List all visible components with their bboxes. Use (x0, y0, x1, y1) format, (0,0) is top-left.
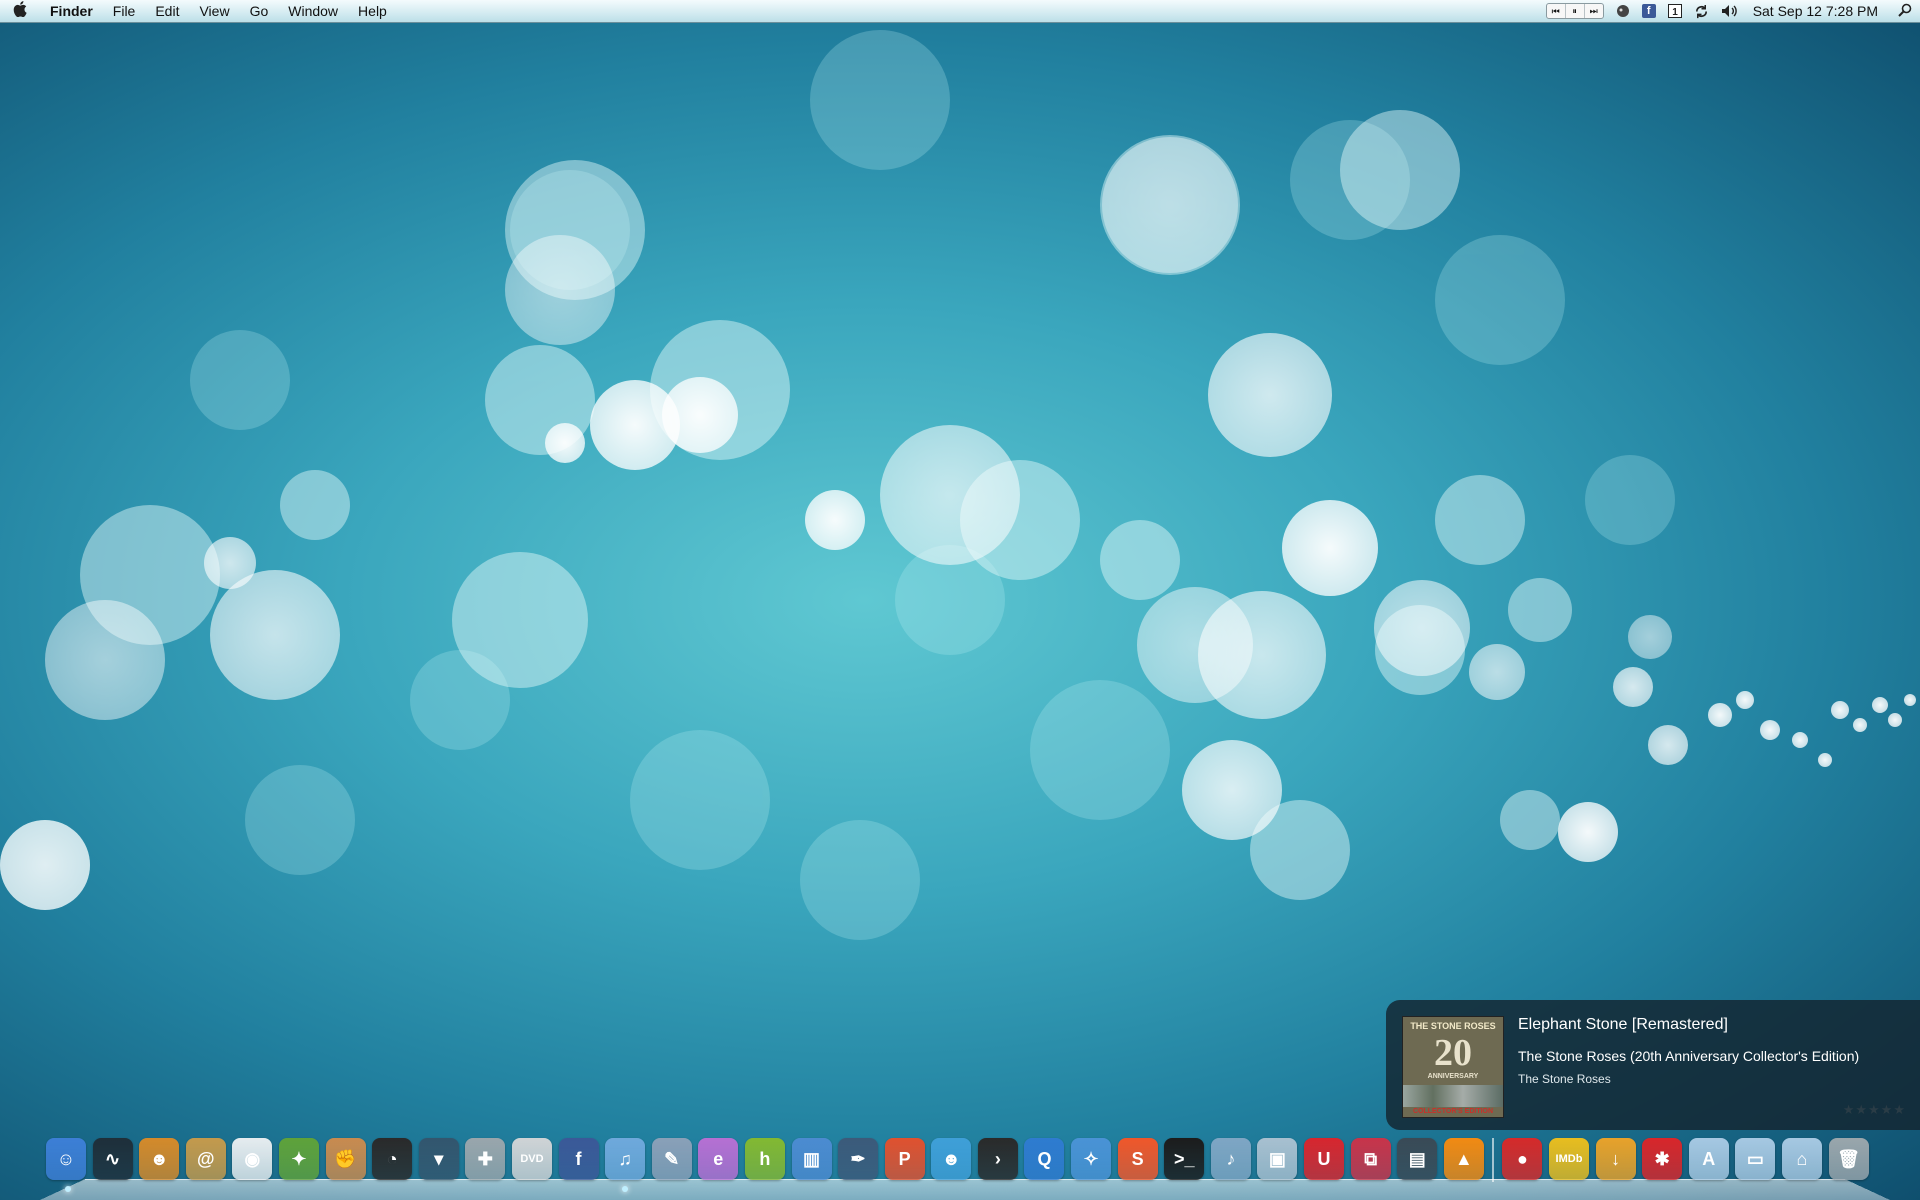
next-track-button[interactable]: ⏭ (1585, 4, 1603, 18)
album-art: THE STONE ROSES 20 ANNIVERSARY COLLECTOR… (1402, 1016, 1504, 1118)
dock-home-folder-icon[interactable]: ⌂ (1781, 1138, 1822, 1180)
album-art-edition: COLLECTOR'S EDITION (1412, 1108, 1494, 1115)
dock-charts-icon[interactable]: ▥ (791, 1138, 832, 1180)
volume-menu-icon[interactable] (1721, 4, 1739, 18)
dock-itunes-icon[interactable]: ♫ (605, 1138, 646, 1180)
dock-film-strip-icon[interactable]: ▤ (1397, 1138, 1438, 1180)
album-art-number: 20 (1434, 1032, 1472, 1074)
apple-menu-icon[interactable] (0, 1, 40, 21)
dock-address-book-icon[interactable]: @ (185, 1138, 226, 1180)
dock-documents-folder-icon[interactable]: ▭ (1735, 1138, 1776, 1180)
dock-adium-icon[interactable]: ☻ (931, 1138, 972, 1180)
menu-window[interactable]: Window (278, 3, 348, 19)
menu-view[interactable]: View (189, 3, 239, 19)
apple-logo-icon (13, 1, 27, 18)
svg-text:1: 1 (1672, 7, 1678, 18)
dock-vlc-icon[interactable]: ▲ (1443, 1138, 1484, 1180)
running-indicator (622, 1186, 628, 1192)
dock-airport-icon[interactable]: ◉ (232, 1138, 273, 1180)
running-indicator (65, 1186, 71, 1192)
dock-plex-icon[interactable]: › (977, 1138, 1018, 1180)
dock-app-folder-icon[interactable]: ♪ (1210, 1138, 1251, 1180)
dock-dvd-player-icon[interactable]: DVD (511, 1138, 552, 1180)
now-playing-notification[interactable]: THE STONE ROSES 20 ANNIVERSARY COLLECTOR… (1386, 1000, 1920, 1130)
dock-imdb-icon[interactable]: IMDb (1549, 1138, 1589, 1180)
dock-facebook-icon[interactable]: f (558, 1138, 599, 1180)
album-title: The Stone Roses (20th Anniversary Collec… (1518, 1048, 1860, 1064)
pause-button[interactable]: ⏸ (1566, 4, 1585, 18)
dock-quill-icon[interactable]: ✎ (651, 1138, 692, 1180)
dock-shelf (40, 1178, 1890, 1200)
menu-bar: Finder File Edit View Go Window Help ⏮ ⏸… (0, 0, 1920, 23)
dock-dashboard-icon[interactable]: ◔ (372, 1138, 413, 1180)
spotlight-search-icon[interactable] (1890, 3, 1920, 20)
menu-extras: ⏮ ⏸ ⏭ f 1 Sat Sep 12 7:28 PM (1545, 0, 1920, 22)
menu-go[interactable]: Go (240, 3, 279, 19)
growl-menu-icon[interactable] (1616, 4, 1630, 18)
dock-icons: ☺ ∿ ☻ @ ◉ ✦ ✊ ◔ ▾ ✚ DVD f ♫ ✎ e h ▥ ✒ P ☻ › Q ✧ S >_ ♪ ▣ U ⧉ ▤ ▲ ● IMDb ↓… (46, 1138, 1875, 1182)
dock-transmit-icon[interactable]: ▣ (1257, 1138, 1298, 1180)
dock-ray-gun-icon[interactable]: ✦ (278, 1138, 319, 1180)
dock-record-button-icon[interactable]: ● (1502, 1138, 1543, 1180)
dock-growl-app-icon[interactable]: S (1117, 1138, 1158, 1180)
menu-file[interactable]: File (103, 3, 146, 19)
dock-safari-icon[interactable]: ✧ (1071, 1138, 1112, 1180)
spaces-menu-icon[interactable]: 1 (1667, 4, 1682, 18)
track-rating: ★★★★★ (1842, 1102, 1906, 1117)
dock-yelp-icon[interactable]: ✱ (1642, 1138, 1683, 1180)
dock-fist-icon[interactable]: ✊ (325, 1138, 366, 1180)
sync-menu-icon[interactable] (1694, 4, 1709, 19)
facebook-menu-icon[interactable]: f (1641, 4, 1656, 18)
dock-brush-icon[interactable]: ✒ (838, 1138, 879, 1180)
previous-track-button[interactable]: ⏮ (1547, 4, 1566, 18)
album-art-image (1403, 1085, 1503, 1107)
dock-downloads-stack-icon[interactable]: ↓ (1595, 1138, 1636, 1180)
dock-quicktime-icon[interactable]: Q (1024, 1138, 1065, 1180)
dock-disk-utility-icon[interactable]: ✚ (465, 1138, 506, 1180)
dock: ☺ ∿ ☻ @ ◉ ✦ ✊ ◔ ▾ ✚ DVD f ♫ ✎ e h ▥ ✒ P ☻ › Q ✧ S >_ ♪ ▣ U ⧉ ▤ ▲ ● IMDb ↓… (40, 1130, 1890, 1200)
artist-name: The Stone Roses (1518, 1072, 1611, 1086)
dock-magnet-icon[interactable]: U (1304, 1138, 1345, 1180)
track-title: Elephant Stone [Remastered] (1518, 1016, 1728, 1033)
menu-help[interactable]: Help (348, 3, 397, 19)
media-controls: ⏮ ⏸ ⏭ (1545, 3, 1604, 19)
dock-activity-monitor-icon[interactable]: ∿ (92, 1138, 133, 1180)
dock-terminal-icon[interactable]: >_ (1164, 1138, 1205, 1180)
menu-clock[interactable]: Sat Sep 12 7:28 PM (1745, 3, 1890, 19)
dock-h-app-icon[interactable]: h (744, 1138, 785, 1180)
album-art-band: THE STONE ROSES (1410, 1021, 1496, 1031)
dock-e-editor-icon[interactable]: e (698, 1138, 739, 1180)
dock-vmware-icon[interactable]: ⧉ (1350, 1138, 1391, 1180)
dock-pixelmator-icon[interactable]: P (884, 1138, 925, 1180)
dock-finder-icon[interactable]: ☺ (46, 1138, 86, 1180)
dock-applications-folder-icon[interactable]: A (1688, 1138, 1729, 1180)
app-menu-finder[interactable]: Finder (40, 3, 103, 19)
dock-tuxedo-icon[interactable]: ▾ (418, 1138, 459, 1180)
dock-calvin-icon[interactable]: ☻ (139, 1138, 180, 1180)
dock-separator (1492, 1138, 1495, 1182)
menu-edit[interactable]: Edit (145, 3, 189, 19)
album-art-anniversary: ANNIVERSARY (1427, 1073, 1479, 1080)
dock-trash-icon[interactable]: 🗑 (1828, 1138, 1869, 1180)
